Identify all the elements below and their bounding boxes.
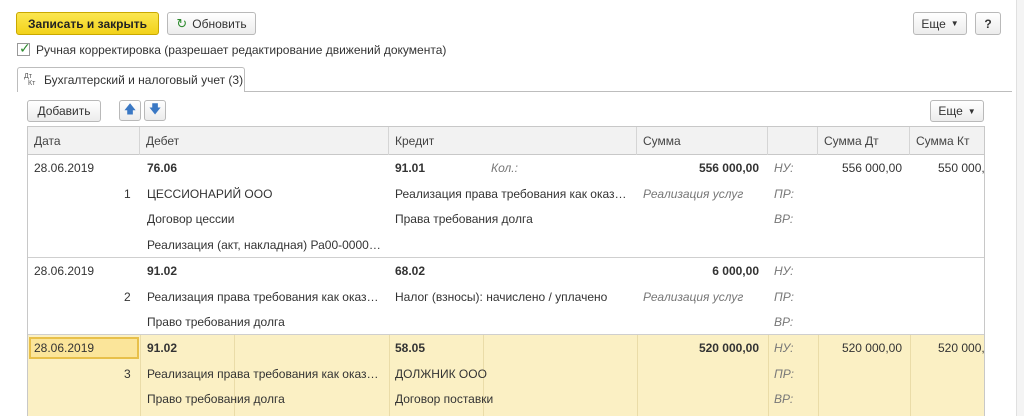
refresh-label: Обновить bbox=[192, 16, 247, 31]
cell-credit-subconto-1: ДОЛЖНИК ООО bbox=[395, 367, 487, 381]
cell-line-number: 3 bbox=[124, 367, 131, 381]
table-row[interactable]: 28.06.2019 1 76.06 ЦЕССИОНАРИЙ ООО Догов… bbox=[28, 155, 985, 258]
tab-accounting-tax[interactable]: Дт Кт Бухгалтерский и налоговый учет (3) bbox=[17, 67, 245, 91]
cell-debit-subconto-2: Право требования долга bbox=[147, 315, 285, 329]
cell-debit-subconto-1: Реализация права требования как оказан..… bbox=[147, 367, 385, 381]
cell-debit-account: 91.02 bbox=[147, 264, 178, 278]
header-sum-kt[interactable]: Сумма Кт bbox=[910, 127, 984, 155]
arrow-down-icon: 🡇 bbox=[148, 102, 162, 116]
manual-edit-checkbox[interactable]: ✓ bbox=[17, 40, 31, 56]
window-scrollbar[interactable] bbox=[1016, 0, 1024, 416]
cell-debit-account: 76.06 bbox=[147, 161, 178, 175]
table-more-label: Еще bbox=[938, 104, 963, 118]
cell-vr-label: ВР: bbox=[774, 392, 794, 406]
cell-date: 28.06.2019 bbox=[34, 341, 95, 355]
cell-debit-subconto-2: Договор цессии bbox=[147, 212, 235, 226]
cell-sum-note: Реализация услуг bbox=[643, 187, 744, 201]
cell-date: 28.06.2019 bbox=[34, 264, 95, 278]
cell-sum-note: Реализация услуг bbox=[643, 290, 744, 304]
entries-table: Дата Дебет Кредит Сумма Сумма Дт Сумма К… bbox=[27, 126, 985, 416]
cell-vr-label: ВР: bbox=[774, 315, 794, 329]
cell-sum: 556 000,00 bbox=[698, 161, 759, 175]
cell-credit-subconto-2: Договор поставки bbox=[395, 392, 494, 406]
cell-sum: 6 000,00 bbox=[712, 264, 759, 278]
cell-sum-kt: 550 000, bbox=[938, 161, 985, 175]
cell-sum-kt: 520 000, bbox=[938, 341, 985, 355]
tab-label: Бухгалтерский и налоговый учет (3) bbox=[44, 72, 244, 87]
dropdown-arrow-icon: ▼ bbox=[967, 106, 976, 116]
move-down-button[interactable]: 🡇 bbox=[144, 100, 166, 121]
cell-credit-account: 68.02 bbox=[395, 264, 426, 278]
header-blank bbox=[768, 127, 818, 155]
table-row[interactable]: 28.06.2019 2 91.02 Реализация права треб… bbox=[28, 258, 984, 335]
header-debit[interactable]: Дебет bbox=[140, 127, 389, 155]
save-and-close-button[interactable]: Записать и закрыть bbox=[16, 12, 159, 35]
cell-nu-label: НУ: bbox=[774, 161, 794, 175]
cell-debit-subconto-1: Реализация права требования как оказан..… bbox=[147, 290, 385, 304]
add-button[interactable]: Добавить bbox=[27, 100, 101, 122]
cell-line-number: 1 bbox=[124, 187, 131, 201]
cell-pr-label: ПР: bbox=[774, 367, 794, 381]
refresh-icon: ↻ bbox=[176, 15, 188, 31]
cell-sum-dt: 520 000,00 bbox=[841, 341, 902, 355]
cell-quantity-label: Кол.: bbox=[491, 161, 518, 175]
cell-sum: 520 000,00 bbox=[698, 341, 759, 355]
cell-credit-subconto-1: Налог (взносы): начислено / уплачено bbox=[395, 290, 608, 304]
checkmark-icon: ✓ bbox=[19, 40, 31, 56]
cell-debit-account: 91.02 bbox=[147, 341, 178, 355]
table-header: Дата Дебет Кредит Сумма Сумма Дт Сумма К… bbox=[28, 127, 984, 155]
cell-sum-dt: 556 000,00 bbox=[841, 161, 902, 175]
cell-debit-subconto-2: Право требования долга bbox=[147, 392, 285, 406]
cell-credit-account: 58.05 bbox=[395, 341, 426, 355]
cell-vr-label: ВР: bbox=[774, 212, 794, 226]
debit-credit-icon: Дт Кт bbox=[24, 72, 36, 87]
dropdown-arrow-icon: ▼ bbox=[950, 19, 959, 28]
table-more-menu-button[interactable]: Еще ▼ bbox=[930, 100, 984, 122]
refresh-button[interactable]: ↻ Обновить bbox=[167, 12, 256, 35]
manual-edit-label: Ручная корректировка (разрешает редактир… bbox=[36, 43, 447, 57]
cell-credit-subconto-2: Права требования долга bbox=[395, 212, 533, 226]
cell-pr-label: ПР: bbox=[774, 290, 794, 304]
header-date[interactable]: Дата bbox=[28, 127, 140, 155]
cell-line-number: 2 bbox=[124, 290, 131, 304]
arrow-up-icon: 🡅 bbox=[123, 102, 137, 116]
cell-nu-label: НУ: bbox=[774, 341, 794, 355]
cell-credit-subconto-1: Реализация права требования как оказан..… bbox=[395, 187, 631, 201]
more-menu-button[interactable]: Еще ▼ bbox=[913, 12, 967, 35]
table-row-selected[interactable]: 28.06.2019 3 91.02 Реализация права треб… bbox=[28, 335, 985, 416]
header-sum-dt[interactable]: Сумма Дт bbox=[818, 127, 910, 155]
cell-pr-label: ПР: bbox=[774, 187, 794, 201]
cell-debit-subconto-1: ЦЕССИОНАРИЙ ООО bbox=[147, 187, 273, 201]
header-sum[interactable]: Сумма bbox=[637, 127, 768, 155]
header-credit[interactable]: Кредит bbox=[389, 127, 637, 155]
cell-debit-subconto-3: Реализация (акт, накладная) Ра00-000013.… bbox=[147, 238, 385, 252]
cell-date: 28.06.2019 bbox=[34, 161, 95, 175]
help-button[interactable]: ? bbox=[975, 12, 1001, 35]
more-label: Еще bbox=[921, 16, 946, 31]
cell-nu-label: НУ: bbox=[774, 264, 794, 278]
move-up-button[interactable]: 🡅 bbox=[119, 100, 141, 121]
cell-credit-account: 91.01 bbox=[395, 161, 426, 175]
